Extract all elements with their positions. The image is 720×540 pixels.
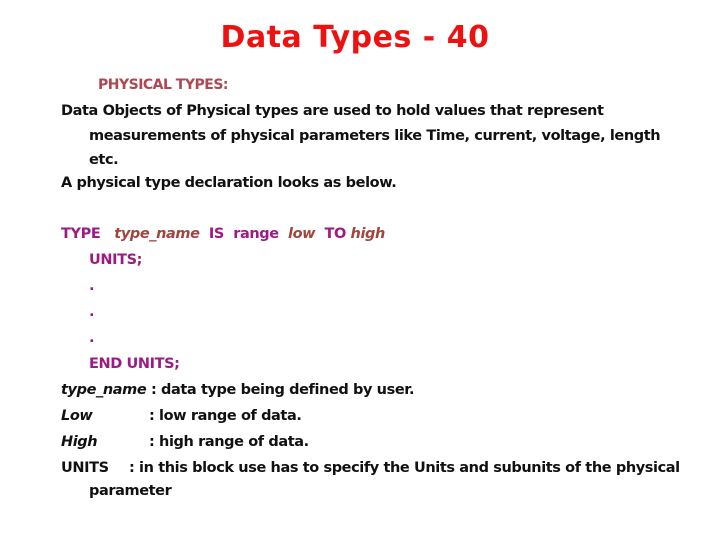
intro-line-4: A physical type declaration looks as bel… — [61, 175, 397, 191]
type-name-identifier: type_name — [114, 226, 200, 242]
high-identifier: high — [350, 226, 386, 242]
is-keyword: IS — [208, 226, 224, 242]
definition-type-name: type_name : data type being defined by u… — [61, 380, 414, 400]
definition-term: UNITS — [61, 460, 109, 476]
definition-units: UNITS: in this block use has to specify … — [61, 458, 680, 478]
definition-high: High: high range of data. — [61, 432, 309, 452]
type-keyword: TYPE — [61, 226, 101, 242]
end-units-line: END UNITS; — [89, 356, 180, 372]
syntax-declaration-line: TYPE type_name IS range low TO high — [61, 224, 385, 244]
slide-title: Data Types - 40 — [220, 20, 490, 55]
definition-term: High — [61, 434, 98, 450]
ellipsis-dot-3: . — [89, 330, 95, 346]
definition-low: Low: low range of data. — [61, 406, 302, 426]
to-keyword: TO — [324, 226, 346, 242]
section-subheading: PHYSICAL TYPES: — [98, 77, 229, 93]
intro-line-1: Data Objects of Physical types are used … — [61, 103, 604, 119]
definition-term: type_name — [61, 382, 147, 398]
ellipsis-dot-2: . — [89, 304, 95, 320]
definition-term: Low — [61, 408, 93, 424]
definition-desc: in this block use has to specify the Uni… — [134, 460, 680, 476]
definition-desc: low range of data. — [154, 408, 302, 424]
intro-line-2: measurements of physical parameters like… — [89, 128, 661, 144]
intro-line-3: etc. — [89, 152, 119, 168]
range-keyword: range — [233, 226, 279, 242]
low-identifier: low — [288, 226, 316, 242]
definition-desc: data type being defined by user. — [161, 382, 415, 398]
definition-separator: : — [146, 382, 162, 398]
ellipsis-dot-1: . — [89, 278, 95, 294]
definition-units-continuation: parameter — [89, 483, 172, 499]
units-keyword-line: UNITS; — [89, 252, 143, 268]
definition-desc: high range of data. — [154, 434, 309, 450]
